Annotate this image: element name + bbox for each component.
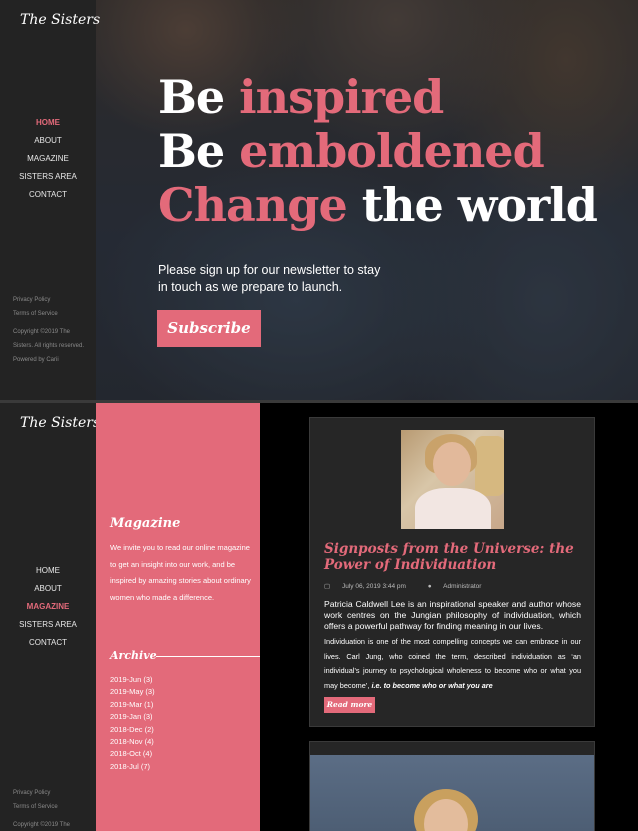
archive-item[interactable]: 2018-Dec (2) xyxy=(110,724,155,736)
nav-contact[interactable]: CONTACT xyxy=(0,186,96,204)
nav-home[interactable]: HOME xyxy=(0,114,96,132)
copyright-text: Copyright ©2019 The Sisters. All rights … xyxy=(13,329,85,363)
sidebar-footer-2: Privacy Policy Terms of Service Copyrigh… xyxy=(13,786,85,831)
copyright-text: Copyright ©2019 The xyxy=(13,822,71,828)
read-more-button[interactable]: Read more xyxy=(324,697,375,713)
privacy-link[interactable]: Privacy Policy xyxy=(13,293,85,307)
archive-divider xyxy=(156,656,260,657)
main-nav-2: HOME ABOUT MAGAZINE SISTERS AREA CONTACT xyxy=(0,562,96,652)
post-date: July 06, 2019 3:44 pm xyxy=(341,583,406,590)
site-logo[interactable]: The Sisters xyxy=(20,12,100,28)
post-photo-2[interactable] xyxy=(310,755,594,831)
terms-link[interactable]: Terms of Service xyxy=(13,307,85,321)
archive-list: 2019-Jun (3) 2019-May (3) 2019-Mar (1) 2… xyxy=(110,674,155,773)
magazine-title: Magazine xyxy=(110,516,181,531)
archive-item[interactable]: 2019-Jun (3) xyxy=(110,674,155,686)
nav-about[interactable]: ABOUT xyxy=(0,580,96,598)
post-lead: Patricia Caldwell Lee is an inspirationa… xyxy=(324,599,581,631)
calendar-icon: ▢ xyxy=(324,583,331,590)
post-meta: ▢ July 06, 2019 3:44 pm ● Administrator xyxy=(324,582,501,590)
archive-item[interactable]: 2018-Jul (7) xyxy=(110,761,155,773)
nav-magazine[interactable]: MAGAZINE xyxy=(0,598,96,616)
post-title[interactable]: Signposts from the Universe: the Power o… xyxy=(324,541,584,573)
post-author-photo[interactable] xyxy=(401,430,504,529)
sidebar-footer: Privacy Policy Terms of Service Copyrigh… xyxy=(13,293,85,367)
nav-sisters-area[interactable]: SISTERS AREA xyxy=(0,168,96,186)
nav-sisters-area[interactable]: SISTERS AREA xyxy=(0,616,96,634)
newsletter-text: Please sign up for our newsletter to sta… xyxy=(158,263,381,294)
user-icon: ● xyxy=(427,583,432,590)
archive-item[interactable]: 2019-May (3) xyxy=(110,686,155,698)
magazine-intro: We invite you to read our online magazin… xyxy=(110,543,251,602)
subscribe-button[interactable]: Subscribe xyxy=(157,310,261,347)
main-nav: HOME ABOUT MAGAZINE SISTERS AREA CONTACT xyxy=(0,114,96,204)
post-excerpt: Individuation is one of the most compell… xyxy=(324,637,581,690)
privacy-link[interactable]: Privacy Policy xyxy=(13,786,85,800)
archive-item[interactable]: 2018-Nov (4) xyxy=(110,736,155,748)
nav-about[interactable]: ABOUT xyxy=(0,132,96,150)
archive-item[interactable]: 2018-Oct (4) xyxy=(110,748,155,760)
hero-section: The Sisters HOME ABOUT MAGAZINE SISTERS … xyxy=(0,0,638,400)
hero-headline: Be inspired Be emboldened Change the wor… xyxy=(158,70,598,232)
archive-item[interactable]: 2019-Mar (1) xyxy=(110,699,155,711)
site-logo-2[interactable]: The Sisters xyxy=(20,415,100,431)
post-author: Administrator xyxy=(443,583,482,590)
nav-home[interactable]: HOME xyxy=(0,562,96,580)
archive-item[interactable]: 2019-Jan (3) xyxy=(110,711,155,723)
nav-magazine[interactable]: MAGAZINE xyxy=(0,150,96,168)
archive-title: Archive xyxy=(110,649,157,662)
terms-link[interactable]: Terms of Service xyxy=(13,800,85,814)
nav-contact[interactable]: CONTACT xyxy=(0,634,96,652)
